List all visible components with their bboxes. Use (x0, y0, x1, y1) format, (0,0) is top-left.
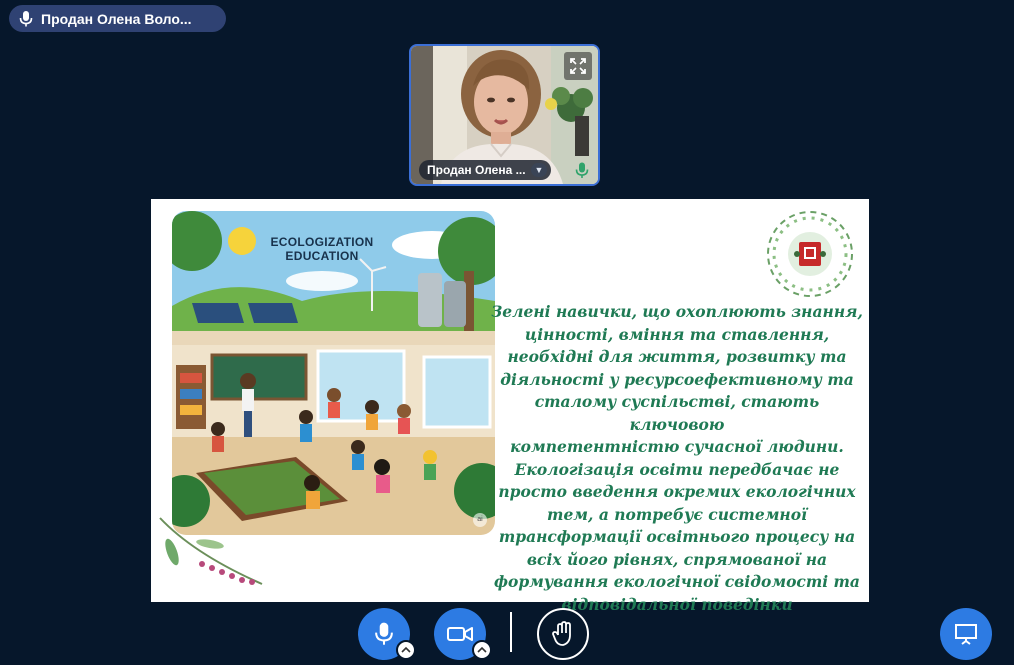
slide-text-line: Екологізація освіти передбачає не (514, 459, 840, 479)
raise-hand-icon (552, 621, 571, 646)
presenter-name: Продан Олена Воло... (41, 10, 192, 27)
slide-text-line: тем, а потребує системної (547, 504, 807, 524)
slide-text-line: трансформації освітнього процесу на (498, 527, 856, 546)
fullscreen-button[interactable] (564, 52, 592, 80)
slide-text-line: цінності, вміння та ставлення, (524, 324, 830, 344)
presenter-pill[interactable]: Продан Олена Воло... (9, 5, 226, 32)
microphone-icon (375, 622, 393, 645)
chevron-down-icon[interactable]: ▼ (531, 163, 547, 177)
presentation-button[interactable] (940, 608, 992, 660)
slide-text-line: Зелені навички, що охоплюють знання, (491, 302, 863, 321)
microphone-icon (19, 10, 33, 26)
university-emblem-icon (767, 211, 853, 297)
slide-text-line: просто введення окремих екологічних (498, 482, 856, 501)
microphone-toggle-button[interactable] (358, 608, 416, 660)
microphone-icon (575, 162, 589, 178)
presentation-screen-icon (955, 624, 977, 645)
camera-toggle-button[interactable] (434, 608, 492, 660)
slide-text-line: компетентністю сучасної людини. (510, 437, 844, 456)
ai-watermark: ai (473, 513, 487, 527)
webcam-name-label: Продан Олена ... (427, 163, 526, 177)
webcam-tile[interactable]: Продан Олена ... ▼ (409, 44, 600, 186)
raise-hand-button[interactable] (537, 608, 589, 660)
floral-branch-icon (159, 517, 263, 585)
video-camera-icon (447, 627, 473, 641)
illustration-title-line1: ECOLOGIZATION (270, 235, 374, 249)
webcam-mic-status (572, 160, 592, 180)
webcam-name-tag[interactable]: Продан Олена ... ▼ (419, 160, 551, 180)
slide-text-line: необхідні для життя, розвитку та (507, 347, 847, 366)
presentation-slide: ECOLOGIZATION EDUCATION ai Зелені навичк… (151, 199, 869, 614)
illustration-title-line2: EDUCATION (285, 249, 359, 263)
slide-text-line: формування екологічної свідомості та (494, 572, 860, 591)
slide-text-line: сталому суспільстві, стають ключовою (534, 392, 820, 434)
slide-text-line: всіх його рівнях, спрямованої на (526, 549, 828, 569)
camera-options-button[interactable] (472, 640, 492, 660)
slide-body-text: Зелені навички, що охоплюють знання, цін… (491, 301, 863, 614)
slide-text-line: діяльності у ресурсоефективному та (500, 369, 854, 389)
microphone-options-button[interactable] (396, 640, 416, 660)
chevron-up-icon (401, 646, 411, 653)
toolbar-divider (510, 612, 512, 652)
ecology-education-illustration: ECOLOGIZATION EDUCATION ai (172, 211, 495, 535)
fullscreen-icon (570, 58, 586, 74)
chevron-up-icon (477, 646, 487, 653)
